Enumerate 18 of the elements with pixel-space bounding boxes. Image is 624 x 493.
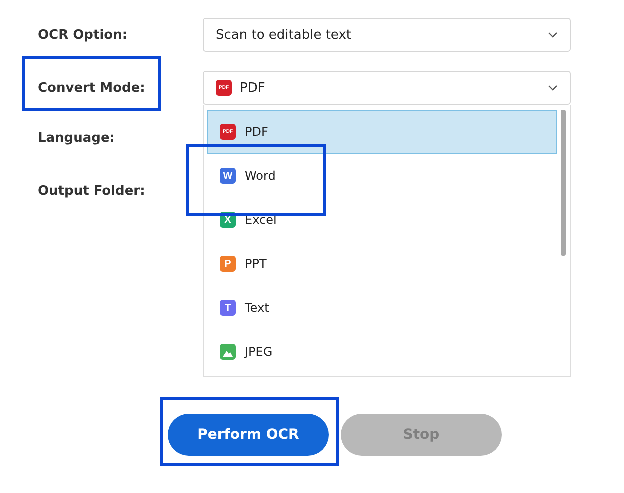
field-label: Output Folder: — [38, 182, 146, 200]
field-label: OCR Option: — [38, 26, 128, 44]
word-icon: W — [220, 168, 236, 184]
perform-ocr-button[interactable]: Perform OCR — [168, 414, 329, 456]
image-icon — [220, 344, 236, 360]
chevron-down-icon — [548, 32, 558, 38]
scrollbar-thumb[interactable] — [561, 110, 566, 256]
field-label: Convert Mode: — [38, 80, 146, 98]
dropdown-option[interactable]: P PPT — [207, 242, 557, 286]
ppt-icon: P — [220, 256, 236, 272]
dropdown-option[interactable]: X Excel — [207, 198, 557, 242]
chevron-down-icon — [548, 85, 558, 91]
dropdown-option[interactable]: JPEG — [207, 330, 557, 374]
dropdown-select[interactable]: Scan to editable text — [203, 18, 571, 52]
field-label: Language: — [38, 130, 115, 148]
text-icon: T — [220, 300, 236, 316]
dropdown-option[interactable]: T Text — [207, 286, 557, 330]
dropdown-option[interactable]: W Word — [207, 154, 557, 198]
